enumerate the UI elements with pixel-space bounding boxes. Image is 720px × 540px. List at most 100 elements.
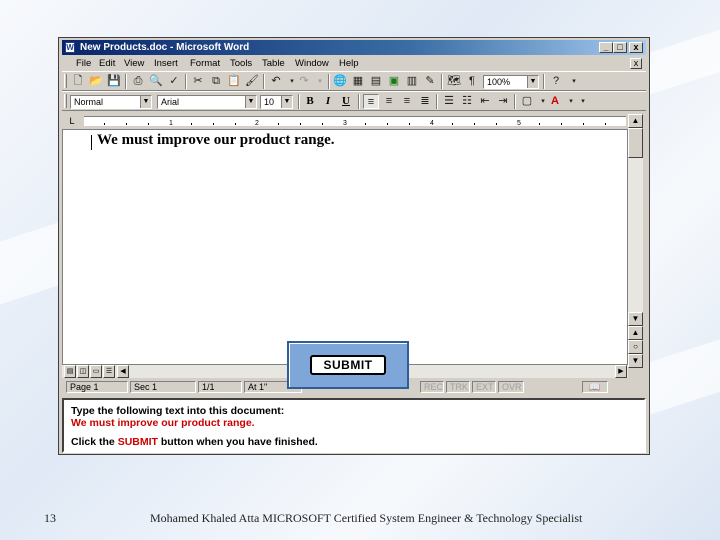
redo-icon[interactable]: ↷ <box>296 74 312 89</box>
ruler-tick <box>278 123 279 125</box>
tab-selector-icon[interactable]: L <box>67 116 77 126</box>
ruler-tick <box>539 123 540 125</box>
columns-icon[interactable]: ▥ <box>404 74 420 89</box>
print-preview-icon[interactable]: 🔍 <box>148 74 164 89</box>
submit-button[interactable]: SUBMIT <box>310 355 386 375</box>
title-bar[interactable]: W New Products.doc - Microsoft Word _ □ … <box>62 40 646 55</box>
maximize-button[interactable]: □ <box>613 42 627 53</box>
ruler-tick <box>126 123 127 125</box>
underline-button[interactable]: U <box>338 94 354 109</box>
decrease-indent-icon[interactable]: ⇤ <box>477 94 493 109</box>
horizontal-ruler[interactable]: L 1 2 3 4 5 <box>62 114 628 128</box>
insert-excel-icon[interactable]: ▣ <box>386 74 402 89</box>
document-text[interactable]: We must improve our product range. <box>97 132 335 149</box>
menu-edit[interactable]: Edit <box>99 57 115 71</box>
menu-insert[interactable]: Insert <box>154 57 178 71</box>
menu-file[interactable]: File <box>76 57 91 71</box>
print-icon[interactable]: ⎙ <box>130 74 146 89</box>
normal-view-icon[interactable]: ▤ <box>64 365 76 378</box>
status-rec[interactable]: REC <box>420 381 444 393</box>
menu-view[interactable]: View <box>124 57 144 71</box>
align-left-icon[interactable]: ≡ <box>363 94 379 109</box>
toolbar-grip[interactable] <box>64 94 67 108</box>
chevron-down-icon[interactable]: ▼ <box>281 96 292 108</box>
justify-icon[interactable]: ≣ <box>417 94 433 109</box>
hyperlink-icon[interactable]: 🌐 <box>332 74 348 89</box>
font-size-select[interactable]: 10 ▼ <box>260 95 293 109</box>
save-icon[interactable]: 💾 <box>106 74 122 89</box>
select-browse-object-icon[interactable]: ○ <box>628 340 643 354</box>
menu-table[interactable]: Table <box>262 57 285 71</box>
ruler-tick <box>148 123 149 125</box>
scroll-right-icon[interactable]: ▶ <box>615 365 627 378</box>
more-buttons-icon[interactable]: ▾ <box>566 74 582 89</box>
insert-table-icon[interactable]: ▤ <box>368 74 384 89</box>
open-icon[interactable]: 📂 <box>88 74 104 89</box>
chevron-down-icon[interactable]: ▼ <box>245 96 256 108</box>
menu-bar: File Edit View Insert Format Tools Table… <box>62 57 646 71</box>
drawing-icon[interactable]: ✎ <box>422 74 438 89</box>
menu-help[interactable]: Help <box>339 57 359 71</box>
zoom-value: 100% <box>487 77 511 87</box>
scroll-up-icon[interactable]: ▲ <box>628 114 643 128</box>
align-right-icon[interactable]: ≡ <box>399 94 415 109</box>
tables-borders-icon[interactable]: ▦ <box>350 74 366 89</box>
copy-icon[interactable]: ⧉ <box>208 74 224 89</box>
document-area[interactable]: We must improve our product range. <box>62 129 628 365</box>
status-ovr[interactable]: OVR <box>498 381 524 393</box>
paste-icon[interactable]: 📋 <box>226 74 242 89</box>
font-color-icon[interactable]: A <box>547 94 563 109</box>
zoom-select[interactable]: 100% ▼ <box>483 75 539 89</box>
toolbar-separator <box>436 94 438 109</box>
instruction-prefix: Click the <box>71 436 115 448</box>
scroll-thumb[interactable] <box>628 128 643 158</box>
numbering-icon[interactable]: ☰ <box>441 94 457 109</box>
menu-tools[interactable]: Tools <box>230 57 252 71</box>
outline-view-icon[interactable]: ☰ <box>103 365 115 378</box>
borders-icon[interactable]: ▢ <box>519 94 535 109</box>
scroll-down-icon[interactable]: ▼ <box>628 312 643 326</box>
next-page-icon[interactable]: ▼ <box>628 354 643 368</box>
font-select[interactable]: Arial ▼ <box>157 95 257 109</box>
vertical-scrollbar[interactable]: ▲ ▼ ▲ ○ ▼ <box>628 114 643 368</box>
document-map-icon[interactable]: 🗺 <box>446 74 462 89</box>
status-pages: 1/1 <box>198 381 242 393</box>
slide-number: 13 <box>44 511 56 525</box>
toolbar-separator <box>185 74 187 89</box>
previous-page-icon[interactable]: ▲ <box>628 326 643 340</box>
status-trk[interactable]: TRK <box>446 381 470 393</box>
chevron-down-icon[interactable]: ▼ <box>527 76 538 88</box>
web-layout-view-icon[interactable]: ◫ <box>77 365 89 378</box>
redo-dropdown-icon[interactable]: ▾ <box>312 74 328 89</box>
format-painter-icon[interactable]: 🖌 <box>244 74 260 89</box>
toolbar-grip[interactable] <box>64 74 67 88</box>
print-layout-view-icon[interactable]: ▭ <box>90 365 102 378</box>
more-buttons-icon[interactable]: ▾ <box>575 94 591 109</box>
submit-panel: SUBMIT <box>287 341 409 389</box>
toolbar-separator <box>125 74 127 89</box>
word-doc-icon: W <box>65 42 75 53</box>
help-icon[interactable]: ? <box>548 74 564 89</box>
minimize-button[interactable]: _ <box>599 42 613 53</box>
align-center-icon[interactable]: ≡ <box>381 94 397 109</box>
spelling-icon[interactable]: ✓ <box>166 74 182 89</box>
status-ext[interactable]: EXT <box>472 381 496 393</box>
document-close-button[interactable]: x <box>630 58 642 69</box>
increase-indent-icon[interactable]: ⇥ <box>495 94 511 109</box>
chevron-down-icon[interactable]: ▼ <box>140 96 151 108</box>
italic-button[interactable]: I <box>320 94 336 109</box>
menu-window[interactable]: Window <box>295 57 329 71</box>
menu-format[interactable]: Format <box>190 57 220 71</box>
scroll-left-icon[interactable]: ◀ <box>117 365 129 378</box>
new-icon[interactable]: 🗋 <box>70 74 86 89</box>
cut-icon[interactable]: ✂ <box>190 74 206 89</box>
bullets-icon[interactable]: ☷ <box>459 94 475 109</box>
spelling-status-icon[interactable]: 📖 <box>582 381 608 393</box>
bold-button[interactable]: B <box>302 94 318 109</box>
close-button[interactable]: x <box>629 42 643 53</box>
undo-icon[interactable]: ↶ <box>268 74 284 89</box>
toolbar-separator <box>514 94 516 109</box>
style-select[interactable]: Normal ▼ <box>70 95 152 109</box>
show-hide-icon[interactable]: ¶ <box>464 74 480 89</box>
text-cursor <box>91 135 92 150</box>
